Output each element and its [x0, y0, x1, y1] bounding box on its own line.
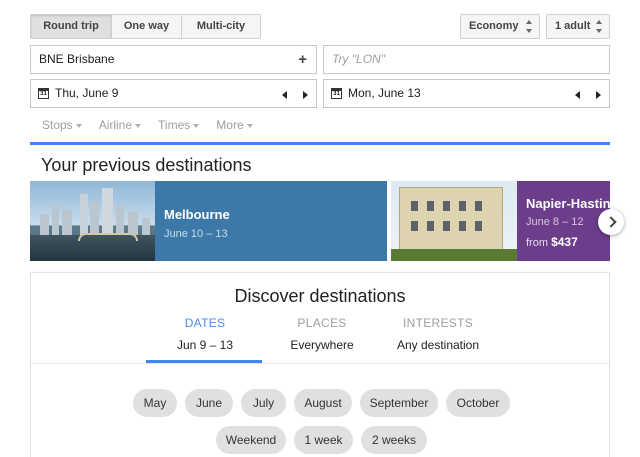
- discover-title: Discover destinations: [234, 286, 406, 306]
- depart-date-label: Thu, June 9: [55, 86, 119, 100]
- window: [459, 221, 466, 231]
- divider: [31, 363, 609, 364]
- one-way-button[interactable]: One way: [111, 15, 181, 38]
- origin-field[interactable]: BNE Brisbane +: [30, 45, 317, 74]
- window: [427, 221, 434, 231]
- building: [102, 188, 113, 236]
- airline-filter[interactable]: Airline: [98, 118, 142, 132]
- divider: [30, 142, 610, 145]
- next-day-icon[interactable]: [303, 91, 308, 99]
- stops-filter-label: Stops: [42, 118, 73, 132]
- building: [90, 202, 99, 236]
- previous-day-icon[interactable]: [282, 91, 287, 99]
- napier-building-image: [391, 181, 517, 261]
- building: [52, 206, 59, 236]
- cabin-class-select[interactable]: Economy: [460, 14, 540, 39]
- previous-day-icon[interactable]: [575, 91, 580, 99]
- building: [399, 187, 503, 251]
- airline-filter-label: Airline: [98, 118, 133, 132]
- window: [411, 221, 418, 231]
- month-chip-august[interactable]: August: [294, 389, 352, 417]
- caret-down-icon: [135, 123, 142, 128]
- next-day-icon[interactable]: [596, 91, 601, 99]
- building: [80, 194, 88, 236]
- window: [475, 221, 482, 231]
- building: [62, 210, 72, 236]
- month-chip-june[interactable]: June: [185, 389, 233, 417]
- tab-label: PLACES: [297, 316, 347, 330]
- duration-chip-2-weeks[interactable]: 2 weeks: [361, 426, 427, 454]
- melbourne-skyline-image: [30, 181, 155, 261]
- up-down-arrows-icon: [526, 20, 533, 33]
- tab-label: INTERESTS: [402, 316, 474, 330]
- building: [142, 218, 150, 236]
- filter-bar: Stops Airline Times More: [42, 118, 270, 132]
- window: [443, 201, 450, 211]
- more-filter-label: More: [216, 118, 244, 132]
- month-chip-july[interactable]: July: [241, 389, 286, 417]
- passengers-select[interactable]: 1 adult: [546, 14, 610, 39]
- return-date-field[interactable]: 31 Mon, June 13: [323, 79, 610, 108]
- times-filter-label: Times: [158, 118, 191, 132]
- card-dates: June 8 – 12: [526, 216, 584, 228]
- price-prefix: from: [526, 237, 548, 249]
- window: [411, 201, 418, 211]
- origin-city: Brisbane: [67, 52, 115, 66]
- tab-value: Everywhere: [290, 338, 354, 352]
- building: [40, 214, 49, 236]
- tab-places[interactable]: PLACES Everywhere: [264, 316, 380, 352]
- duration-chip-1-week[interactable]: 1 week: [294, 426, 353, 454]
- month-chip-may[interactable]: May: [133, 389, 177, 417]
- month-chip-september[interactable]: September: [360, 389, 438, 417]
- discover-panel: Discover destinations DATES Jun 9 – 13 P…: [30, 272, 610, 457]
- destination-card-napier-hastings[interactable]: Napier-Hastings June 8 – 12 from $437: [391, 181, 610, 261]
- round-trip-button[interactable]: Round trip: [31, 15, 111, 38]
- stops-filter[interactable]: Stops: [42, 118, 82, 132]
- destination-field[interactable]: Try "LON": [323, 45, 610, 74]
- caret-down-icon: [75, 123, 82, 128]
- tab-value: Any destination: [396, 338, 480, 352]
- price-value: $437: [551, 235, 578, 249]
- bridge: [78, 233, 138, 241]
- building: [116, 206, 124, 236]
- window: [427, 201, 434, 211]
- more-filter[interactable]: More: [216, 118, 253, 132]
- origin-code: BNE: [39, 52, 64, 66]
- tab-value: Jun 9 – 13: [176, 338, 234, 352]
- multi-city-button[interactable]: Multi-city: [181, 15, 260, 38]
- passengers-value: 1 adult: [555, 20, 591, 32]
- add-origin-icon[interactable]: +: [298, 46, 307, 73]
- card-price: from $437: [526, 235, 578, 249]
- window: [459, 201, 466, 211]
- tab-interests[interactable]: INTERESTS Any destination: [380, 316, 496, 352]
- caret-down-icon: [246, 123, 253, 128]
- window: [475, 201, 482, 211]
- tab-dates[interactable]: DATES Jun 9 – 13: [147, 316, 263, 352]
- month-chip-october[interactable]: October: [446, 389, 510, 417]
- times-filter[interactable]: Times: [158, 118, 200, 132]
- tab-label: DATES: [184, 316, 226, 330]
- return-date-label: Mon, June 13: [348, 86, 421, 100]
- up-down-arrows-icon: [596, 20, 603, 33]
- cabin-class-value: Economy: [469, 20, 519, 32]
- depart-date-field[interactable]: 31 Thu, June 9: [30, 79, 317, 108]
- trip-type-selector: Round trip One way Multi-city: [30, 14, 261, 39]
- depart-date-arrows: [282, 91, 308, 99]
- calendar-icon: 31: [38, 88, 49, 99]
- return-date-arrows: [575, 91, 601, 99]
- card-city: Napier-Hastings: [526, 196, 610, 211]
- caret-down-icon: [193, 123, 200, 128]
- card-dates: June 10 – 13: [164, 228, 228, 240]
- window: [443, 221, 450, 231]
- destination-card-melbourne[interactable]: Melbourne June 10 – 13: [30, 181, 387, 261]
- card-city: Melbourne: [164, 207, 230, 222]
- lawn: [391, 249, 517, 261]
- previous-destinations-title: Your previous destinations: [41, 155, 252, 175]
- duration-chip-weekend[interactable]: Weekend: [216, 426, 286, 454]
- carousel-next-button[interactable]: [598, 209, 624, 235]
- calendar-icon: 31: [331, 88, 342, 99]
